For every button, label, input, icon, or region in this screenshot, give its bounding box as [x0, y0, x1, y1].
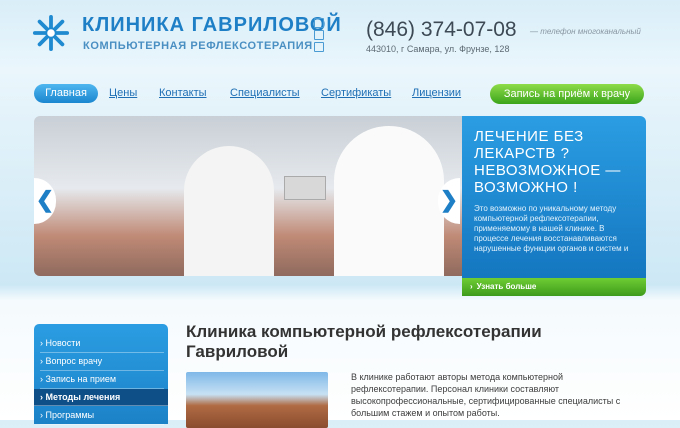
home-icon[interactable]	[314, 18, 324, 28]
nav-licenses[interactable]: Лицензии	[412, 87, 461, 99]
learn-more-label: Узнать больше	[476, 282, 537, 291]
clinic-subtitle: КОМПЬЮТЕРНАЯ РЕФЛЕКСОТЕРАПИЯ	[83, 40, 313, 52]
promo-title: ЛЕЧЕНИЕ БЕЗ ЛЕКАРСТВ ? НЕВОЗМОЖНОЕ — ВОЗ…	[474, 128, 621, 196]
address: 443010, г Самара, ул. Фрунзе, 128	[366, 44, 510, 54]
nav-home[interactable]: Главная	[34, 84, 98, 103]
doctor-figure	[334, 126, 444, 276]
sidebar-item-methods[interactable]: › Методы лечения	[34, 389, 168, 406]
banner-photo	[34, 116, 462, 276]
intro-text: В клинике работают авторы метода компьют…	[351, 372, 621, 418]
clinic-name: КЛИНИКА ГАВРИЛОВОЙ	[82, 14, 342, 36]
promo-text: Это возможно по уникальному методу компь…	[474, 204, 629, 253]
nav-certificates[interactable]: Сертификаты	[321, 87, 391, 99]
patient-figure	[184, 146, 274, 276]
page-title: Клиника компьютерной рефлексотерапии Гав…	[186, 322, 542, 361]
logo-snowflake-icon	[32, 14, 70, 52]
chevron-right-icon: ›	[470, 282, 473, 291]
device	[284, 176, 326, 200]
nav-specialists[interactable]: Специалисты	[230, 87, 300, 99]
mail-icon[interactable]	[314, 42, 324, 52]
appointment-button[interactable]: Запись на приём к врачу	[490, 84, 644, 104]
sidebar-item-programs[interactable]: › Программы	[40, 407, 164, 425]
sitemap-icon[interactable]	[314, 30, 324, 40]
sidebar-item-news[interactable]: › Новости	[40, 335, 164, 353]
nav-prices[interactable]: Цены	[109, 87, 137, 99]
phone-note: — телефон многоканальный	[530, 27, 641, 36]
phone-number: (846) 374-07-08	[366, 18, 517, 41]
nav-contacts[interactable]: Контакты	[159, 87, 207, 99]
learn-more-button[interactable]: › Узнать больше	[462, 278, 646, 296]
sidebar-item-appointment[interactable]: › Запись на прием	[40, 371, 164, 389]
sidebar-item-question[interactable]: › Вопрос врачу	[40, 353, 164, 371]
